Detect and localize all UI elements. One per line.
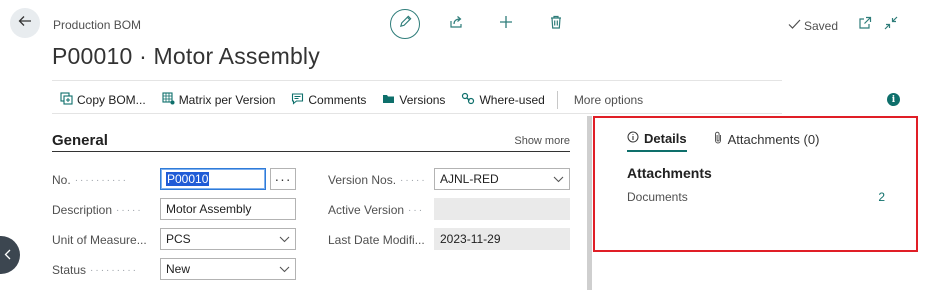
more-options-button[interactable]: More options — [566, 86, 651, 114]
leader-dots: ····· — [116, 204, 143, 216]
where-used-icon — [461, 92, 475, 108]
field-last-date-modified: Last Date Modifi... — [328, 228, 432, 252]
matrix-per-version-label: Matrix per Version — [178, 92, 276, 107]
matrix-icon — [162, 91, 175, 108]
share-icon — [448, 14, 464, 35]
title-divider — [52, 80, 782, 81]
documents-count-link[interactable]: 2 — [878, 190, 885, 204]
paperclip-icon — [713, 131, 723, 147]
saved-label: Saved — [804, 18, 839, 33]
field-description: Description ····· — [52, 198, 158, 222]
description-label: Description — [52, 203, 113, 217]
info-circle-icon — [627, 131, 639, 146]
info-icon[interactable]: i — [887, 93, 900, 106]
copy-bom-button[interactable]: Copy BOM... — [52, 86, 154, 114]
general-title: General — [52, 132, 108, 149]
page-actions — [390, 9, 570, 39]
field-no: No. ·········· — [52, 168, 158, 192]
window-controls — [858, 16, 898, 35]
collapse-icon[interactable] — [884, 16, 898, 35]
active-version-label: Active Version — [328, 203, 405, 217]
version-nos-label: Version Nos. — [328, 173, 397, 187]
where-used-label: Where-used — [479, 92, 545, 107]
unit-of-measure-label: Unit of Measure... — [52, 233, 147, 247]
last-date-modified-field: 2023-11-29 — [434, 228, 570, 250]
back-arrow-icon — [17, 13, 33, 34]
copy-bom-icon — [60, 91, 73, 108]
tab-attachments[interactable]: Attachments (0) — [713, 126, 820, 152]
new-button[interactable] — [492, 10, 520, 38]
tab-details-label: Details — [644, 130, 687, 146]
more-options-label: More options — [573, 92, 644, 107]
leader-dots: ····· — [400, 174, 427, 186]
tab-attachments-label: Attachments (0) — [727, 131, 820, 147]
factbox-pane: Details Attachments (0) Attachments Docu… — [593, 116, 918, 252]
description-input[interactable]: Motor Assembly — [160, 198, 296, 220]
chevron-down-icon — [553, 172, 564, 186]
chevron-down-icon — [279, 262, 290, 276]
breadcrumb: Production BOM — [53, 18, 142, 32]
pencil-icon — [398, 14, 413, 34]
no-assist-button[interactable]: ··· — [270, 168, 296, 190]
unit-of-measure-value: PCS — [166, 232, 191, 246]
open-in-new-window-icon[interactable] — [858, 16, 872, 35]
check-icon — [788, 18, 801, 33]
versions-button[interactable]: Versions — [374, 86, 453, 114]
plus-icon — [498, 14, 514, 35]
description-value: Motor Assembly — [166, 202, 252, 216]
field-version-nos: Version Nos. ····· — [328, 168, 432, 192]
chevron-down-icon — [279, 232, 290, 246]
vertical-scrollbar[interactable] — [587, 116, 592, 290]
status-select[interactable]: New — [160, 258, 296, 280]
page-title: P00010 · Motor Assembly — [52, 43, 320, 69]
versions-icon — [382, 92, 395, 108]
factbox-title: Attachments — [627, 165, 712, 181]
status-label: Status — [52, 263, 87, 277]
factbox-tabs: Details Attachments (0) — [627, 126, 819, 152]
no-label: No. — [52, 173, 71, 187]
copy-bom-label: Copy BOM... — [77, 92, 146, 107]
matrix-per-version-button[interactable]: Matrix per Version — [154, 86, 284, 114]
back-button[interactable] — [10, 8, 40, 38]
unit-of-measure-select[interactable]: PCS — [160, 228, 296, 250]
show-more-link[interactable]: Show more — [514, 135, 570, 147]
tab-details[interactable]: Details — [627, 126, 687, 152]
where-used-button[interactable]: Where-used — [453, 86, 552, 114]
documents-label: Documents — [627, 190, 688, 204]
trash-icon — [549, 14, 563, 35]
comments-button[interactable]: Comments — [283, 86, 374, 114]
leader-dots: ·········· — [74, 174, 128, 186]
versions-label: Versions — [399, 92, 446, 107]
last-date-modified-label: Last Date Modifi... — [328, 233, 425, 247]
share-button[interactable] — [442, 10, 470, 38]
leader-dots: ··· — [408, 204, 425, 216]
last-date-modified-value: 2023-11-29 — [440, 232, 501, 246]
version-nos-value: AJNL-RED — [440, 172, 499, 186]
comments-label: Comments — [308, 92, 367, 107]
action-bar: Copy BOM... Matrix per Version Comments … — [52, 86, 782, 114]
status-value: New — [166, 262, 191, 276]
documents-row: Documents 2 — [627, 190, 885, 204]
field-unit-of-measure: Unit of Measure... — [52, 228, 158, 252]
chevron-left-icon — [4, 247, 11, 263]
action-divider — [556, 90, 558, 109]
no-value: P00010 — [166, 172, 210, 186]
active-version-field — [434, 198, 570, 220]
saved-status: Saved — [788, 18, 838, 33]
delete-button[interactable] — [542, 10, 570, 38]
general-section: General Show more No. ·········· P00010 ·… — [52, 118, 580, 290]
general-header: General Show more — [52, 132, 570, 152]
no-input[interactable]: P00010 — [160, 168, 266, 190]
comments-icon — [291, 92, 304, 108]
leader-dots: ········· — [90, 264, 139, 276]
copilot-toggle-button[interactable] — [0, 236, 20, 274]
field-active-version: Active Version ··· — [328, 198, 432, 222]
version-nos-select[interactable]: AJNL-RED — [434, 168, 570, 190]
field-status: Status ········· — [52, 258, 158, 282]
edit-button[interactable] — [390, 9, 420, 39]
